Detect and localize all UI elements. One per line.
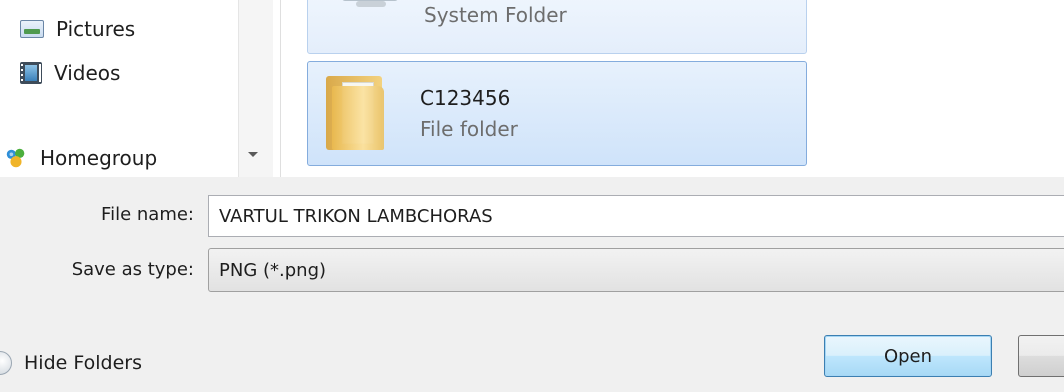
file-type-label: System Folder: [424, 3, 567, 27]
save-as-type-value: PNG (*.png): [219, 260, 327, 281]
save-as-type-label: Save as type:: [71, 259, 194, 280]
save-options-panel: File name: Save as type: PNG (*.png) Hid…: [0, 177, 1064, 392]
file-name-field-label: File name:: [101, 204, 194, 225]
scroll-down-arrow-icon[interactable]: [248, 152, 258, 157]
save-as-type-select[interactable]: PNG (*.png): [208, 248, 1064, 292]
videos-icon: [20, 62, 42, 84]
pictures-icon: [20, 20, 44, 38]
open-button[interactable]: Open: [824, 335, 992, 377]
homegroup-icon: [6, 148, 25, 168]
hide-folders-label: Hide Folders: [24, 352, 142, 374]
hide-folders-toggle[interactable]: Hide Folders: [0, 345, 142, 381]
file-name-input[interactable]: [208, 195, 1064, 237]
browse-area: Pictures Videos Homegroup System Folder: [0, 0, 1064, 177]
file-type-label: File folder: [420, 117, 518, 141]
file-tile-system-folder[interactable]: System Folder: [307, 0, 807, 54]
pane-divider[interactable]: [280, 0, 281, 177]
collapse-chevron-icon: [0, 351, 14, 375]
file-name-label: C123456: [420, 86, 511, 110]
computer-icon: [320, 0, 400, 23]
file-tile-c123456[interactable]: C123456 File folder: [307, 61, 807, 166]
cancel-button[interactable]: [1018, 335, 1064, 377]
nav-item-pictures[interactable]: Pictures: [20, 17, 135, 41]
nav-item-label: Homegroup: [40, 146, 158, 170]
folder-icon: [324, 72, 386, 152]
nav-pane-scrollbar[interactable]: [238, 0, 273, 177]
nav-item-label: Pictures: [56, 17, 136, 41]
nav-item-label: Videos: [54, 61, 121, 85]
nav-item-videos[interactable]: Videos: [20, 61, 120, 85]
nav-item-homegroup[interactable]: Homegroup: [4, 146, 157, 170]
